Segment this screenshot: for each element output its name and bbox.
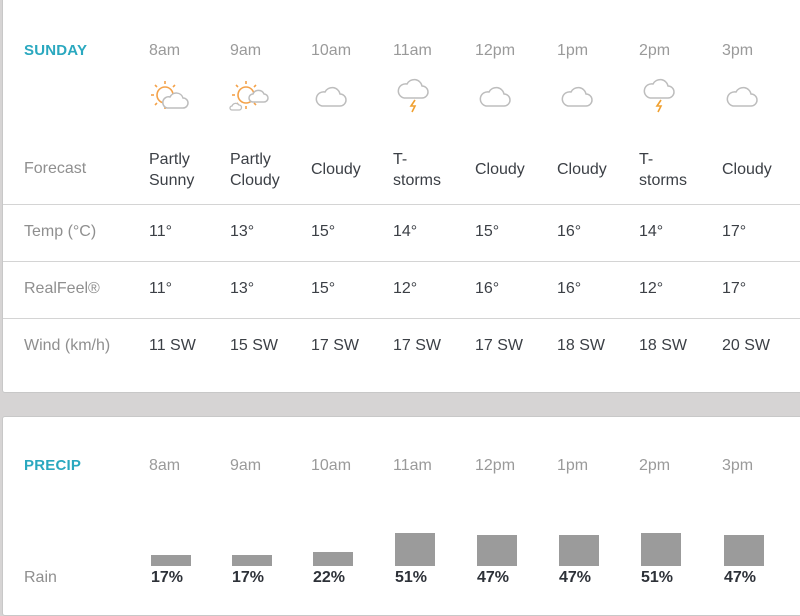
realfeel-cell: 16° <box>475 280 500 297</box>
hour-label: 3pm <box>722 42 754 59</box>
cloudy-icon <box>556 78 600 114</box>
rain-bar <box>724 535 764 566</box>
rain-percent: 47% <box>724 569 757 586</box>
rain-bar <box>477 535 517 566</box>
forecast-text-line: storms <box>393 172 441 189</box>
wind-row-label: Wind (km/h) <box>24 337 111 354</box>
rain-percent: 51% <box>395 569 428 586</box>
hour-label: 2pm <box>639 42 671 59</box>
cloudy-icon <box>474 78 518 114</box>
rain-percent: 17% <box>232 569 265 586</box>
realfeel-cell: 12° <box>393 280 418 297</box>
forecast-text-line: Sunny <box>149 172 195 189</box>
wind-cell: 20 SW <box>722 337 771 354</box>
wind-cell: 18 SW <box>639 337 688 354</box>
temp-cell: 14° <box>639 223 664 240</box>
realfeel-cell: 16° <box>557 280 582 297</box>
wind-cell: 17 SW <box>393 337 442 354</box>
cloudy-icon <box>721 78 765 114</box>
wind-cell: 15 SW <box>230 337 279 354</box>
precip-hour-label: 2pm <box>639 457 671 474</box>
forecast-row-label: Forecast <box>24 160 87 177</box>
thunderstorm-icon <box>392 78 436 114</box>
forecast-cell: Partly Sunny <box>149 149 194 191</box>
forecast-text-line: Cloudy <box>475 161 525 178</box>
precip-hour-label: 12pm <box>475 457 516 474</box>
wind-cell: 18 SW <box>557 337 606 354</box>
hour-label: 10am <box>311 42 352 59</box>
forecast-text-line: Partly <box>149 151 190 168</box>
forecast-text-line: Cloudy <box>557 161 607 178</box>
wind-cell: 17 SW <box>311 337 360 354</box>
partly-cloudy-icon <box>229 78 273 114</box>
hour-label: 9am <box>230 42 262 59</box>
precip-hour-label: 9am <box>230 457 262 474</box>
precip-hour-label: 8am <box>149 457 181 474</box>
precip-hour-label: 10am <box>311 457 352 474</box>
precip-card: PRECIP 8am 9am 10am 11am 12pm 1pm 2pm 3pm Rain … <box>2 416 800 616</box>
rain-bar <box>313 552 353 566</box>
row-divider <box>3 204 800 205</box>
realfeel-cell: 11° <box>149 280 173 297</box>
precip-title: PRECIP <box>24 457 82 474</box>
forecast-cell: Cloudy <box>557 159 607 180</box>
forecast-text-line: Cloudy <box>722 161 772 178</box>
temp-cell: 15° <box>475 223 500 240</box>
hour-label: 11am <box>393 42 432 59</box>
realfeel-cell: 12° <box>639 280 664 297</box>
rain-bar <box>559 535 599 566</box>
precip-hour-label: 3pm <box>722 457 754 474</box>
forecast-cell: Cloudy <box>475 159 525 180</box>
forecast-text-line: T- <box>639 151 654 168</box>
temp-cell: 17° <box>722 223 747 240</box>
partly-sunny-icon <box>148 78 192 114</box>
rain-percent: 22% <box>313 569 346 586</box>
rain-percent: 51% <box>641 569 674 586</box>
temp-cell: 15° <box>311 223 336 240</box>
precip-hour-label: 1pm <box>557 457 589 474</box>
rain-bar <box>395 533 435 566</box>
precip-hour-label: 11am <box>393 457 432 474</box>
forecast-cell: Cloudy <box>311 159 361 180</box>
cloudy-icon <box>310 78 354 114</box>
forecast-text-line: T- <box>393 151 408 168</box>
realfeel-cell: 13° <box>230 280 255 297</box>
rain-bar <box>641 533 681 566</box>
hour-label: 1pm <box>557 42 589 59</box>
forecast-cell: Partly Cloudy <box>230 149 280 191</box>
temp-cell: 14° <box>393 223 418 240</box>
realfeel-row-label: RealFeel® <box>24 280 100 297</box>
thunderstorm-icon <box>638 78 682 114</box>
rain-bar <box>232 555 272 566</box>
temp-cell: 16° <box>557 223 582 240</box>
rain-percent: 47% <box>477 569 510 586</box>
rain-bar <box>151 555 191 566</box>
forecast-text-line: storms <box>639 172 687 189</box>
rain-percent: 17% <box>151 569 184 586</box>
rain-row-label: Rain <box>24 569 57 586</box>
temp-row-label: Temp (°C) <box>24 223 97 240</box>
realfeel-cell: 17° <box>722 280 747 297</box>
wind-cell: 17 SW <box>475 337 524 354</box>
forecast-cell: T-storms <box>393 149 441 191</box>
temp-cell: 13° <box>230 223 255 240</box>
hourly-forecast-card: SUNDAY 8am 9am 10am 11am 12pm 1pm 2pm 3pm Forec… <box>2 0 800 393</box>
row-divider <box>3 318 800 319</box>
row-divider <box>3 261 800 262</box>
day-title: SUNDAY <box>24 42 88 59</box>
temp-cell: 11° <box>149 223 173 240</box>
forecast-text-line: Partly <box>230 151 271 168</box>
forecast-text-line: Cloudy <box>311 161 361 178</box>
forecast-cell: T-storms <box>639 149 687 191</box>
forecast-cell: Cloudy <box>722 159 772 180</box>
hour-label: 8am <box>149 42 181 59</box>
hour-label: 12pm <box>475 42 516 59</box>
rain-percent: 47% <box>559 569 592 586</box>
forecast-text-line: Cloudy <box>230 172 280 189</box>
realfeel-cell: 15° <box>311 280 336 297</box>
wind-cell: 11 SW <box>149 337 196 354</box>
